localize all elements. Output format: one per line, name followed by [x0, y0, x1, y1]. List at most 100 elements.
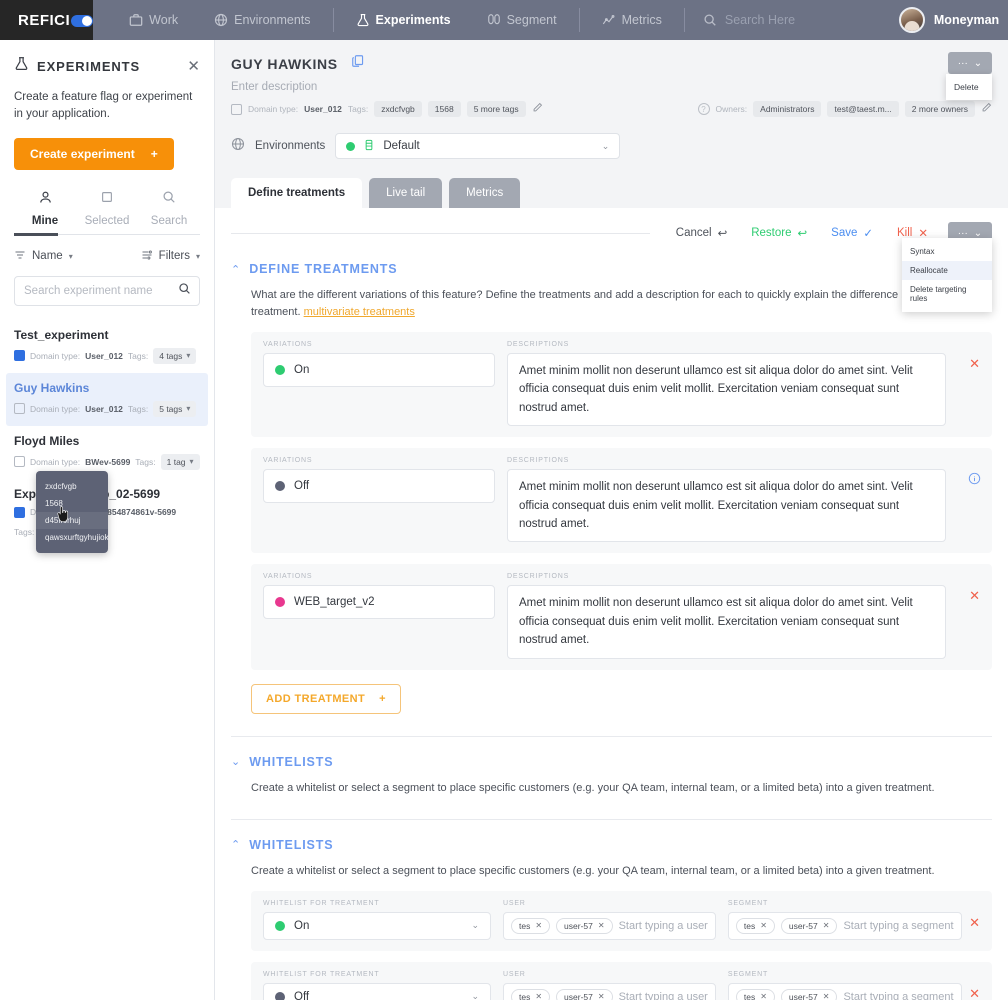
- remove-chip-icon[interactable]: ✕: [760, 992, 767, 1000]
- remove-chip-icon[interactable]: ✕: [535, 921, 542, 930]
- whitelist-treatment-select[interactable]: Off ⌄: [263, 982, 491, 1000]
- user-chip[interactable]: tes ✕: [511, 988, 551, 1000]
- owner-chip-more[interactable]: 2 more owners: [904, 101, 975, 117]
- brand-logo[interactable]: REFICI: [0, 0, 94, 40]
- tags-chip[interactable]: 5 tags ▾: [153, 400, 197, 417]
- description-placeholder[interactable]: Enter description: [231, 81, 992, 93]
- cancel-button[interactable]: Cancel ↩: [664, 226, 739, 240]
- tags-popover-item[interactable]: qawsxurftgyhujiok: [36, 529, 109, 546]
- user-menu[interactable]: Moneyman: [898, 7, 1005, 33]
- nav-item-experiments[interactable]: Experiments: [338, 0, 469, 40]
- nav-item-segment[interactable]: Segment: [469, 0, 575, 40]
- treatment-description-field[interactable]: Amet minim mollit non deserunt ullamco e…: [507, 585, 946, 659]
- owner-chip[interactable]: test@taest.m...: [827, 101, 899, 117]
- search-icon[interactable]: [178, 282, 191, 300]
- add-treatment-button[interactable]: ADD TREATMENT +: [251, 683, 401, 714]
- user-chip[interactable]: tes ✕: [511, 917, 551, 934]
- whitelist-treatment-select[interactable]: On ⌄: [263, 911, 491, 940]
- sort-control[interactable]: Name ▾: [14, 249, 73, 264]
- menu-item-syntax[interactable]: Syntax: [902, 242, 992, 261]
- environment-select[interactable]: Default ⌄: [335, 133, 621, 159]
- info-icon[interactable]: [968, 472, 981, 488]
- copy-icon[interactable]: [351, 54, 365, 73]
- remove-whitelist-icon[interactable]: ✕: [969, 986, 980, 1000]
- pencil-icon[interactable]: [981, 102, 992, 116]
- section-header-whitelists-collapsed[interactable]: ⌄ WHITELISTS: [231, 755, 992, 769]
- remove-whitelist-icon[interactable]: ✕: [969, 915, 980, 931]
- filters-control[interactable]: Filters ▾: [141, 249, 200, 264]
- segment-chip[interactable]: tes ✕: [735, 988, 775, 1000]
- tags-chip[interactable]: 1 tag ▾: [160, 453, 200, 470]
- whitelist-user-input[interactable]: tes ✕ user-57 ✕ Start typing a user: [503, 982, 716, 1000]
- treatment-description-field[interactable]: Amet minim mollit non deserunt ullamco e…: [507, 353, 946, 427]
- nav-item-environments[interactable]: Environments: [196, 0, 328, 40]
- tags-popover-item[interactable]: 1568: [36, 495, 108, 512]
- variation-name-field[interactable]: WEB_target_v2: [263, 585, 495, 620]
- environments-label: Environments: [255, 140, 326, 152]
- global-search[interactable]: [689, 13, 899, 27]
- menu-item-delete-targeting-rules[interactable]: Delete targeting rules: [902, 280, 992, 308]
- sidebar-tab-search[interactable]: Search: [138, 190, 200, 229]
- restore-label: Restore: [751, 227, 792, 239]
- pencil-icon[interactable]: [532, 102, 543, 116]
- remove-chip-icon[interactable]: ✕: [535, 992, 542, 1000]
- remove-chip-icon[interactable]: ✕: [823, 992, 830, 1000]
- user-chip[interactable]: user-57 ✕: [556, 988, 613, 1000]
- whitelist-segment-input[interactable]: tes ✕ user-57 ✕ Start typing a segment: [727, 982, 962, 1000]
- tags-label: Tags:: [127, 403, 149, 414]
- tags-chip[interactable]: 4 tags ▾: [153, 347, 197, 364]
- sidebar-tab-mine[interactable]: Mine: [14, 190, 76, 229]
- more-actions-dropdown[interactable]: Syntax Reallocate Delete targeting rules: [902, 238, 992, 312]
- list-item[interactable]: Guy Hawkins Domain type: User_012 Tags: …: [6, 372, 208, 426]
- owner-chip[interactable]: Administrators: [753, 101, 822, 117]
- list-item[interactable]: Floyd Miles Domain type: BWev-5699 Tags:…: [6, 426, 208, 479]
- experiment-search-box[interactable]: [14, 275, 200, 306]
- segment-chip[interactable]: user-57 ✕: [780, 917, 838, 934]
- remove-chip-icon[interactable]: ✕: [760, 921, 767, 930]
- remove-chip-icon[interactable]: ✕: [598, 921, 605, 930]
- remove-treatment-icon[interactable]: ✕: [969, 588, 980, 604]
- search-input[interactable]: [724, 13, 885, 27]
- remove-chip-icon[interactable]: ✕: [598, 992, 605, 1000]
- tags-popover-item[interactable]: zxdcfvgb: [36, 478, 108, 495]
- sidebar-tab-selected[interactable]: Selected: [76, 190, 138, 229]
- section-header-define-treatments[interactable]: ⌃ DEFINE TREATMENTS: [231, 262, 992, 276]
- whitelist-user-input[interactable]: tes ✕ user-57 ✕ Start typing a user: [503, 911, 716, 940]
- tag-chip[interactable]: zxdcfvgb: [374, 101, 422, 117]
- variation-name-field[interactable]: On: [263, 353, 495, 388]
- nav-label: Environments: [234, 13, 311, 27]
- nav-item-metrics[interactable]: Metrics: [584, 0, 680, 40]
- user-chip[interactable]: user-57 ✕: [556, 917, 613, 934]
- variation-name-field[interactable]: Off: [263, 469, 495, 504]
- segment-chip[interactable]: tes ✕: [735, 917, 775, 934]
- tags-popover[interactable]: zxdcfvgb 1568 d45ff6rhuj qawsxurftgyhuji…: [36, 471, 109, 553]
- whitelist-segment-input[interactable]: tes ✕ user-57 ✕ Start typing a segment: [727, 911, 962, 940]
- restore-button[interactable]: Restore ↩: [739, 226, 819, 240]
- tab-metrics[interactable]: Metrics: [449, 178, 521, 208]
- tab-live-tail[interactable]: Live tail: [369, 178, 443, 208]
- menu-item-reallocate[interactable]: Reallocate: [902, 261, 992, 280]
- tag-chip-more[interactable]: 5 more tags: [466, 101, 526, 117]
- tag-chip[interactable]: 1568: [427, 101, 461, 117]
- experiment-search-input[interactable]: [24, 284, 178, 297]
- segment-chip[interactable]: user-57 ✕: [780, 988, 838, 1000]
- nav-item-work[interactable]: Work: [111, 0, 196, 40]
- remove-treatment-icon[interactable]: ✕: [969, 356, 980, 372]
- header-menu-button[interactable]: ··· ⌄: [948, 52, 992, 74]
- tab-define-treatments[interactable]: Define treatments: [231, 178, 363, 208]
- menu-item-delete[interactable]: Delete: [946, 79, 992, 95]
- top-bar: REFICI Work Environments Experiments Seg…: [0, 0, 1008, 40]
- create-experiment-button[interactable]: Create experiment +: [14, 137, 174, 170]
- save-button[interactable]: Save ✓: [819, 226, 885, 240]
- list-item[interactable]: Test_experiment Domain type: User_012 Ta…: [6, 320, 208, 373]
- header-menu-dropdown[interactable]: Delete: [946, 74, 992, 100]
- variation-column: VARIATIONS On: [263, 341, 495, 426]
- close-icon[interactable]: ✕: [187, 59, 200, 74]
- tags-popover-item[interactable]: d45ff6rhuj: [36, 512, 108, 529]
- section-header-whitelists[interactable]: ⌃ WHITELISTS: [231, 838, 992, 852]
- treatment-description-field[interactable]: Amet minim mollit non deserunt ullamco e…: [507, 469, 946, 543]
- filters-label: Filters: [158, 250, 190, 262]
- remove-chip-icon[interactable]: ✕: [823, 921, 830, 930]
- multivariate-treatments-link[interactable]: multivariate treatments: [304, 304, 415, 321]
- undo-icon: ↩: [797, 228, 808, 240]
